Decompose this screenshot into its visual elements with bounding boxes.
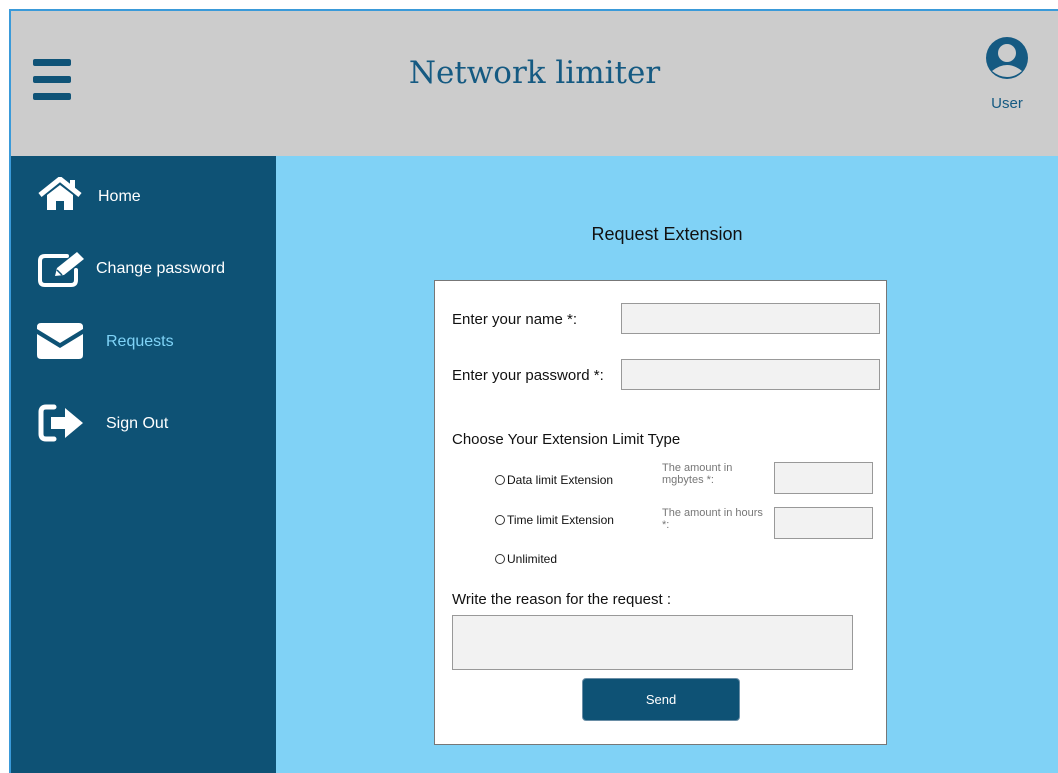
header-bar: Network limiter User xyxy=(11,11,1058,156)
main-content: Request Extension Enter your name *: Ent… xyxy=(276,156,1058,773)
amount-mgbytes-input[interactable] xyxy=(774,462,873,494)
sign-out-icon xyxy=(38,404,83,442)
user-label: User xyxy=(991,95,1023,112)
radio-label: Data limit Extension xyxy=(507,473,614,487)
limit-type-label: Choose Your Extension Limit Type xyxy=(452,431,681,448)
app-window: Network limiter User Home Change passwor… xyxy=(9,9,1058,773)
sidebar-item-label: Requests xyxy=(106,333,174,350)
amount-mgbytes-label: The amount in mgbytes *: xyxy=(662,462,733,486)
envelope-icon xyxy=(37,323,83,359)
radio-circle-icon xyxy=(495,554,505,564)
user-avatar-icon xyxy=(986,37,1028,79)
radio-time-limit[interactable]: Time limit Extension xyxy=(495,513,614,527)
sidebar-item-change-password[interactable]: Change password xyxy=(11,246,276,296)
radio-label: Time limit Extension xyxy=(507,513,614,527)
password-input[interactable] xyxy=(621,359,880,390)
sidebar: Home Change password Requests Sign Out xyxy=(11,156,276,773)
amount-hours-input[interactable] xyxy=(774,507,873,539)
home-icon xyxy=(38,177,82,210)
radio-circle-icon xyxy=(495,515,505,525)
reason-textarea[interactable] xyxy=(452,615,853,670)
password-label: Enter your password *: xyxy=(452,367,604,384)
radio-circle-icon xyxy=(495,475,505,485)
amount-hours-label: The amount in hours *: xyxy=(662,507,763,531)
sidebar-item-requests[interactable]: Requests xyxy=(11,318,276,368)
sidebar-item-label: Change password xyxy=(96,260,225,277)
reason-label: Write the reason for the request : xyxy=(452,591,672,608)
sidebar-item-sign-out[interactable]: Sign Out xyxy=(11,399,276,449)
sidebar-item-label: Sign Out xyxy=(106,415,169,432)
radio-label: Unlimited xyxy=(507,552,558,566)
name-label: Enter your name *: xyxy=(452,311,578,328)
radio-unlimited[interactable]: Unlimited xyxy=(495,552,557,566)
sidebar-item-home[interactable]: Home xyxy=(11,172,276,222)
user-menu[interactable]: User xyxy=(977,35,1037,112)
sidebar-item-label: Home xyxy=(98,188,141,205)
radio-data-limit[interactable]: Data limit Extension xyxy=(495,473,613,487)
app-title: Network limiter xyxy=(408,55,661,91)
request-extension-form: Enter your name *: Enter your password *… xyxy=(434,280,887,745)
edit-icon xyxy=(38,252,84,287)
page-title: Request Extension xyxy=(591,224,743,244)
name-input[interactable] xyxy=(621,303,880,334)
send-button[interactable]: Send xyxy=(582,678,740,721)
